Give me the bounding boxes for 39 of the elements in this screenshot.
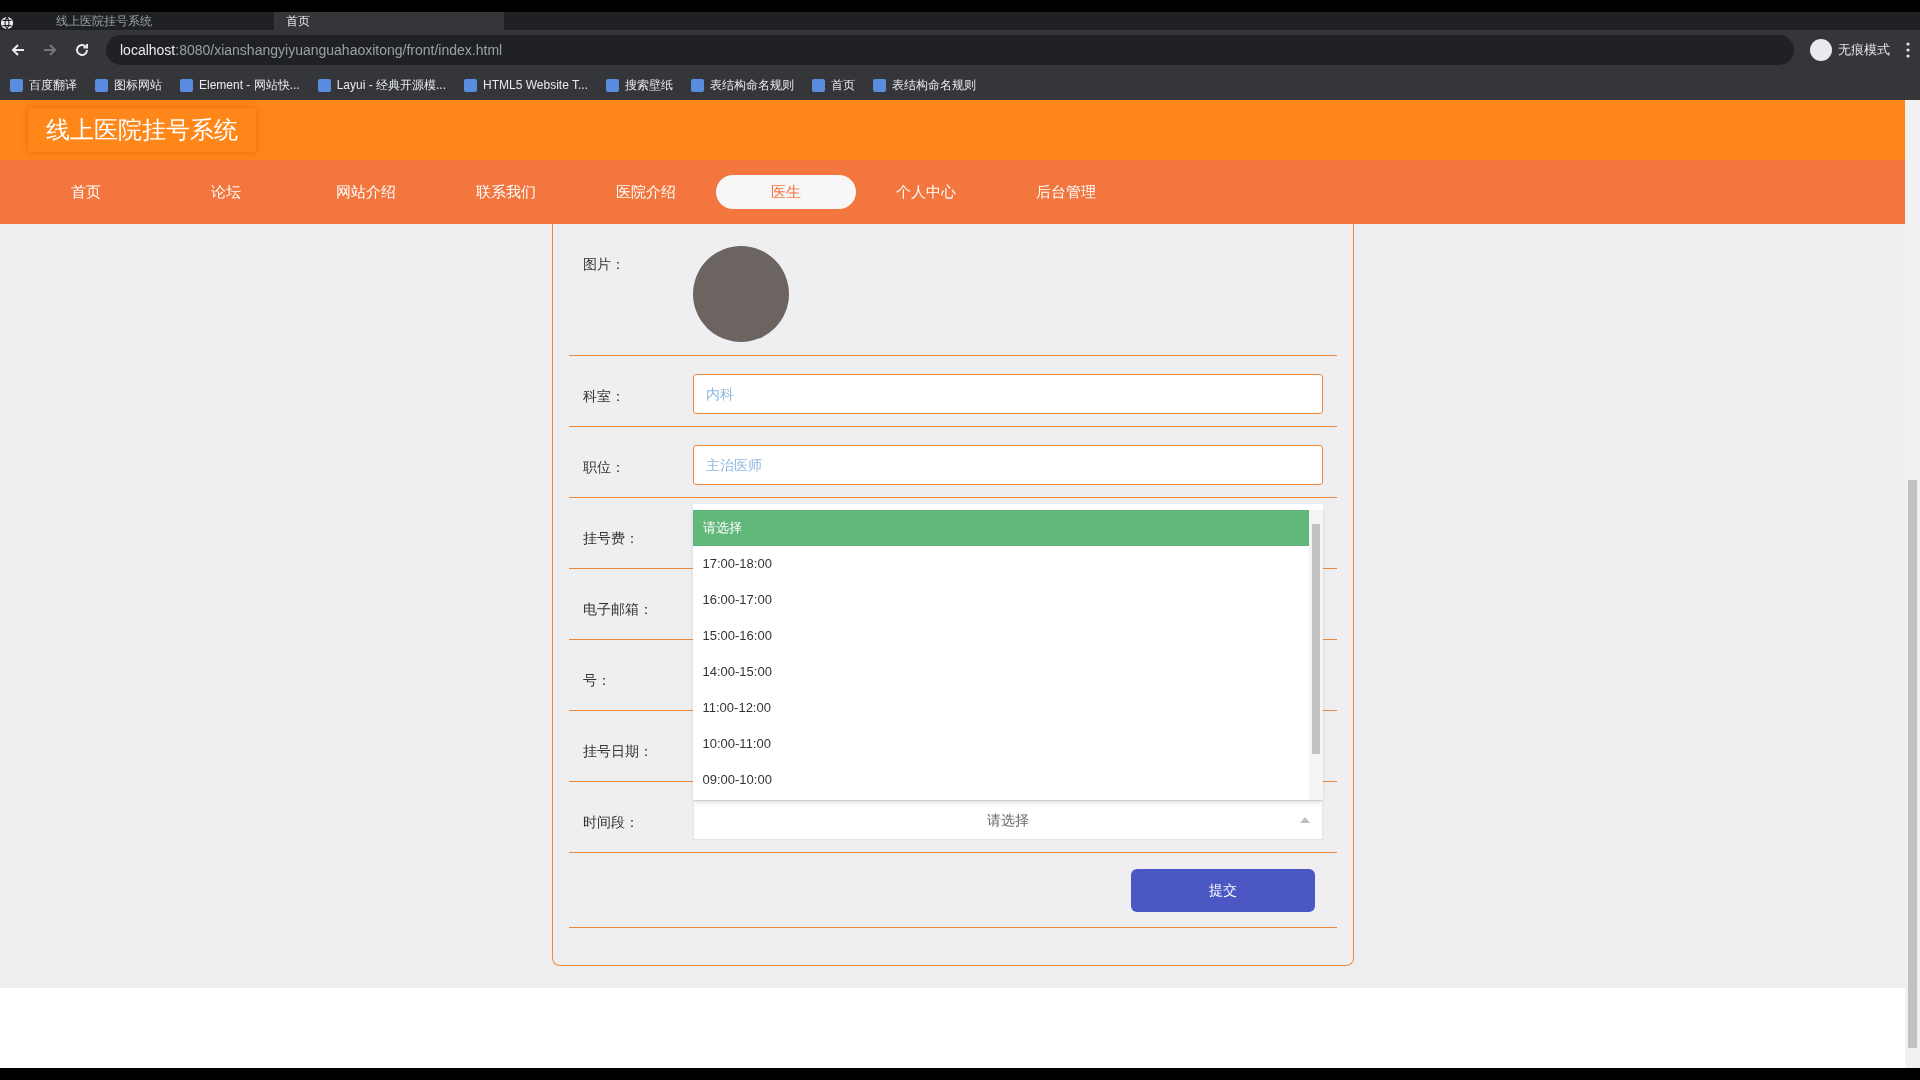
address-bar[interactable]: localhost:8080/xianshangyiyuanguahaoxitong/front/index.html — [106, 35, 1794, 65]
field-label: 电子邮箱： — [581, 600, 654, 619]
dropdown-option[interactable]: 16:00-17:00 — [692, 582, 1309, 618]
browser-tab[interactable]: 线上医院挂号系统 — [44, 12, 274, 30]
back-icon[interactable] — [10, 42, 26, 58]
field-label: 挂号费： — [581, 529, 640, 548]
bookmark-link[interactable]: Layui - 经典开源模... — [317, 76, 447, 94]
submit-button[interactable]: 提交 — [1130, 868, 1315, 912]
field-label: 挂号日期： — [581, 742, 654, 761]
bookmark-link[interactable]: Element - 网站快... — [180, 76, 300, 94]
bookmark-link[interactable]: HTML5 Website T... — [464, 76, 588, 94]
bookmark-link[interactable]: 表结构命名规则 — [691, 76, 794, 94]
field-label: 图片： — [581, 255, 626, 274]
scrollbar[interactable] — [1308, 510, 1323, 800]
incognito-badge[interactable]: 无痕模式 — [1810, 39, 1890, 61]
site-title: 线上医院挂号系统 — [28, 108, 256, 152]
forward-icon[interactable] — [42, 42, 58, 58]
field-label: 号： — [581, 671, 612, 690]
bookmark-link[interactable]: 搜索壁纸 — [606, 76, 673, 94]
field-label: 职位： — [581, 458, 626, 477]
caret-icon — [1299, 817, 1310, 823]
menu-icon[interactable] — [1906, 42, 1910, 58]
dropdown-option[interactable]: 15:00-16:00 — [692, 618, 1309, 654]
input-field[interactable]: 主治医师 — [692, 445, 1323, 485]
input-field[interactable]: 内科 — [692, 374, 1323, 414]
dropdown-option[interactable]: 11:00-12:00 — [692, 690, 1309, 726]
field-label: 时间段： — [581, 813, 640, 832]
bookmark-link[interactable]: 首页 — [812, 76, 855, 94]
dropdown-option[interactable]: 10:00-11:00 — [692, 726, 1309, 762]
select-field[interactable]: 请选择 — [692, 800, 1323, 840]
reload-icon[interactable] — [74, 42, 90, 58]
browser-tab[interactable]: 首页 — [274, 12, 504, 30]
dropdown-option[interactable]: 17:00-18:00 — [692, 546, 1309, 582]
dropdown-option[interactable]: 09:00-10:00 — [692, 762, 1309, 798]
field-label: 科室： — [581, 387, 626, 406]
bookmark-link[interactable]: 图标网站 — [95, 76, 162, 94]
bookmark-link[interactable]: 表结构命名规则 — [873, 76, 976, 94]
bookmark-link[interactable]: 百度翻译 — [10, 76, 77, 94]
dropdown-option[interactable]: 14:00-15:00 — [692, 654, 1309, 690]
